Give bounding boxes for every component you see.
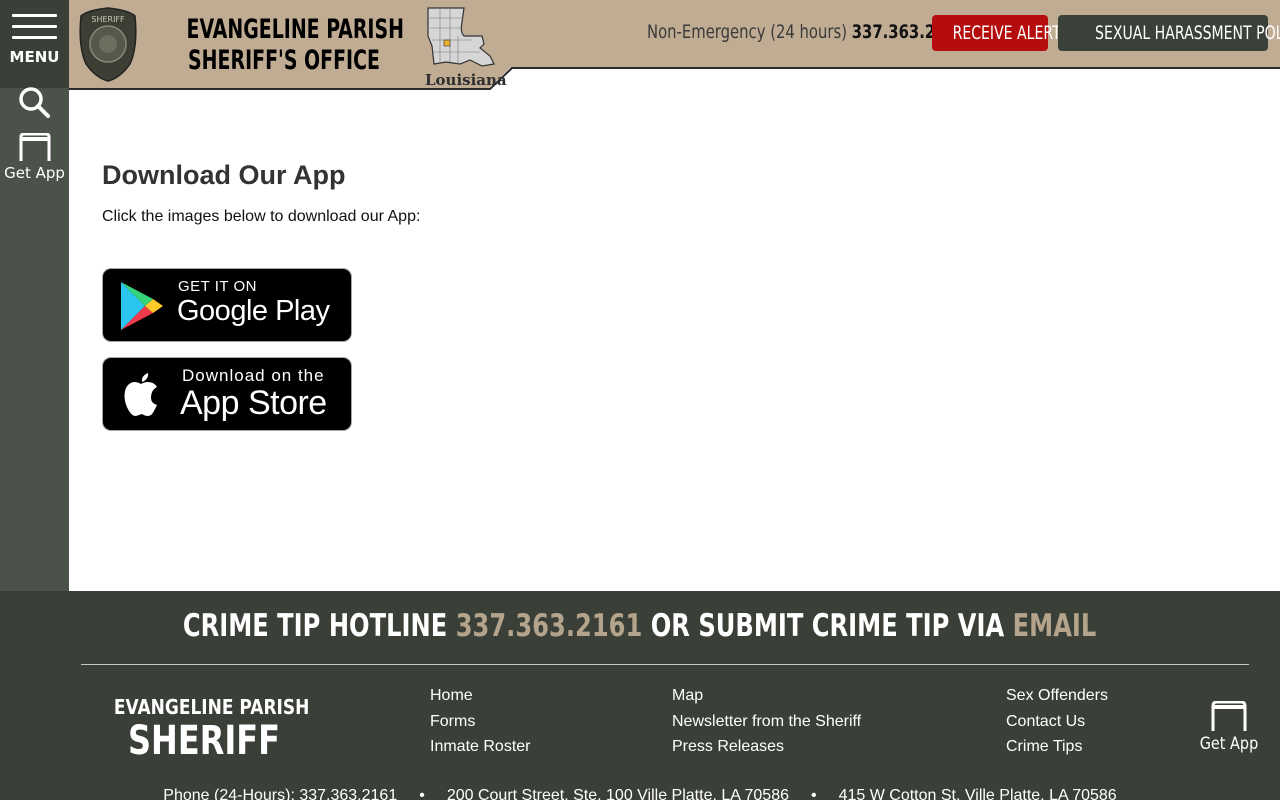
separator-dot: • [419,787,425,804]
get-app-label: Get App [4,164,65,182]
app-store-button[interactable]: Download on the App Store [102,357,352,431]
page-title: Download Our App [102,160,346,190]
footer-address-1: 200 Court Street, Ste. 100 Ville Platte,… [446,787,789,804]
sheriff-badge-logo[interactable]: SHERIFF [78,6,138,82]
footer-brand-line2: SHERIFF [128,718,280,764]
site-title[interactable]: EVANGELINE PARISH SHERIFF'S OFFICE [186,14,404,76]
crime-tip-banner: CRIME TIP HOTLINE 337.363.2161 OR SUBMIT… [0,608,1280,644]
footer-links-col1: Home Forms Inmate Roster [430,687,530,764]
get-app-button[interactable]: Get App [0,133,69,185]
footer-brand-line1: EVANGELINE PARISH [113,695,310,719]
harassment-policy-button[interactable]: SEXUAL HARASSMENT POLICY [1058,15,1280,51]
site-title-line2: SHERIFF'S OFFICE [188,45,380,76]
phone-icon [19,133,51,161]
site-header: SHERIFF EVANGELINE PARISH SHERIFF'S OFFI… [69,0,1280,90]
louisiana-map-icon [424,6,496,68]
footer-link-inmate-roster[interactable]: Inmate Roster [430,738,530,764]
hamburger-icon [12,14,57,47]
tip-middle: OR SUBMIT CRIME TIP VIA [651,608,1005,644]
phone-icon [1211,701,1247,731]
google-play-icon [121,282,163,330]
footer-get-app-label: Get App [1199,734,1259,754]
site-title-line1: EVANGELINE PARISH [186,14,404,45]
footer-address-2: 415 W Cotton St, Ville Platte, LA 70586 [838,787,1117,804]
footer-links-col2: Map Newsletter from the Sheriff Press Re… [672,687,861,764]
footer-get-app-button[interactable]: Get App [1200,701,1258,757]
footer-link-contact-us[interactable]: Contact Us [1006,713,1108,739]
menu-label: MENU [9,48,60,66]
footer-phone: Phone (24-Hours): 337.363.2161 [163,787,398,804]
non-emergency-label: Non-Emergency (24 hours) [647,21,847,43]
main-content: Download Our App Click the images below … [102,160,420,226]
app-store-big-text: App Store [180,384,327,422]
footer-link-newsletter[interactable]: Newsletter from the Sheriff [672,713,861,739]
footer-link-forms[interactable]: Forms [430,713,530,739]
footer-link-sex-offenders[interactable]: Sex Offenders [1006,687,1108,713]
search-icon[interactable] [17,86,53,120]
footer-link-crime-tips[interactable]: Crime Tips [1006,738,1108,764]
state-label: Louisiana [425,71,507,89]
tip-phone[interactable]: 337.363.2161 [456,608,643,644]
footer-link-map[interactable]: Map [672,687,861,713]
menu-button[interactable]: MENU [0,0,69,88]
left-sidebar: MENU Get App [0,0,69,591]
separator-dot: • [810,787,817,804]
page-instructions: Click the images below to download our A… [102,208,421,225]
receive-alerts-label: RECEIVE ALERTS [952,22,1070,44]
google-play-big-text: Google Play [177,295,330,327]
tip-prefix: CRIME TIP HOTLINE [183,608,448,644]
footer-link-press-releases[interactable]: Press Releases [672,738,861,764]
google-play-small-text: GET IT ON [178,278,257,295]
app-store-small-text: Download on the [182,366,325,385]
footer-links-col3: Sex Offenders Contact Us Crime Tips [1006,687,1108,764]
tip-email-link[interactable]: EMAIL [1013,608,1097,644]
site-footer: CRIME TIP HOTLINE 337.363.2161 OR SUBMIT… [0,591,1280,804]
non-emergency-line: Non-Emergency (24 hours) 337.363.2161 [647,21,966,43]
apple-icon [124,373,157,416]
receive-alerts-button[interactable]: RECEIVE ALERTS [932,15,1070,51]
footer-contact-line: Phone (24-Hours): 337.363.2161 • 200 Court… [0,787,1280,805]
footer-divider [81,664,1249,665]
footer-link-home[interactable]: Home [430,687,530,713]
harassment-policy-label: SEXUAL HARASSMENT POLICY [1095,22,1280,44]
google-play-button[interactable]: GET IT ON Google Play [102,268,352,342]
svg-text:SHERIFF: SHERIFF [91,15,125,24]
